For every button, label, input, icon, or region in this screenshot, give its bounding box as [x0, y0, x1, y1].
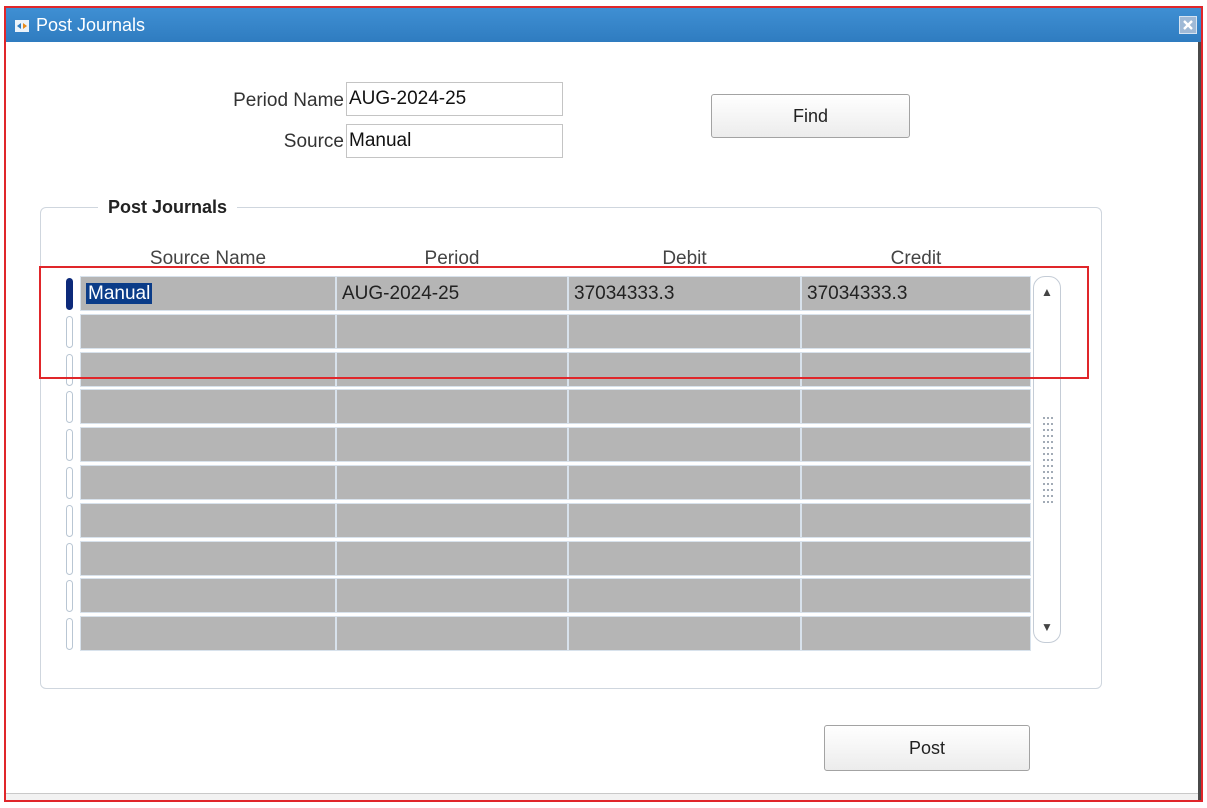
cell-source-name[interactable] [80, 351, 336, 387]
window-right-edge [1198, 42, 1201, 800]
row-indicator[interactable] [66, 353, 73, 386]
row-indicator[interactable] [66, 391, 73, 424]
cell-debit[interactable] [568, 502, 801, 538]
window-bottom-strip [6, 793, 1198, 800]
cell-period[interactable] [336, 616, 568, 652]
cell-source-name[interactable] [80, 540, 336, 576]
selected-text: Manual [86, 283, 153, 304]
cell-debit[interactable] [568, 578, 801, 614]
cell-credit[interactable] [801, 313, 1031, 349]
cell-source-name[interactable] [80, 313, 336, 349]
arrow-down-icon[interactable]: ▼ [1038, 618, 1056, 636]
column-header-debit: Debit [662, 248, 707, 269]
cell-source-name[interactable] [80, 616, 336, 652]
cell-credit[interactable] [801, 616, 1031, 652]
find-button[interactable]: Find [711, 94, 910, 138]
cell-period[interactable]: AUG-2024-25 [336, 276, 568, 311]
cell-debit[interactable] [568, 465, 801, 500]
cell-period[interactable] [336, 389, 568, 425]
cell-period[interactable] [336, 502, 568, 538]
cell-period[interactable] [336, 351, 568, 387]
cell-debit[interactable]: 37034333.3 [568, 276, 801, 311]
period-name-field[interactable]: AUG-2024-25 [346, 82, 563, 116]
close-button[interactable] [1179, 16, 1197, 34]
row-indicator[interactable] [66, 504, 73, 537]
scrollbar-grip[interactable] [1042, 415, 1054, 505]
cell-period[interactable] [336, 465, 568, 500]
cell-credit[interactable] [801, 578, 1031, 614]
cell-credit[interactable] [801, 540, 1031, 576]
row-indicator[interactable] [66, 315, 73, 348]
cell-debit[interactable] [568, 389, 801, 425]
cell-debit[interactable] [568, 351, 801, 387]
cell-debit[interactable] [568, 616, 801, 652]
cell-credit[interactable] [801, 427, 1031, 463]
close-icon [1183, 20, 1193, 30]
arrow-up-icon[interactable]: ▲ [1038, 283, 1056, 301]
row-indicator[interactable] [66, 580, 73, 613]
cell-source-name[interactable]: Manual [80, 276, 336, 311]
grid-scrollbar[interactable]: ▲ ▼ [1033, 276, 1061, 643]
cell-source-name[interactable] [80, 502, 336, 538]
cell-credit[interactable] [801, 351, 1031, 387]
row-indicator[interactable] [66, 542, 73, 575]
cell-period[interactable] [336, 578, 568, 614]
cell-source-name[interactable] [80, 427, 336, 463]
cell-debit[interactable] [568, 313, 801, 349]
post-journals-window: Post Journals Period Name AUG-2024-25 So… [4, 6, 1203, 802]
oracle-forms-icon [15, 20, 29, 32]
cell-period[interactable] [336, 540, 568, 576]
row-indicator[interactable] [66, 278, 73, 310]
row-indicator[interactable] [66, 467, 73, 499]
cell-source-name[interactable] [80, 465, 336, 500]
source-label: Source [283, 131, 344, 152]
cell-period[interactable] [336, 313, 568, 349]
column-header-source-name: Source Name [149, 248, 267, 269]
source-field[interactable]: Manual [346, 124, 563, 158]
cell-debit[interactable] [568, 427, 801, 463]
column-header-credit: Credit [890, 248, 942, 269]
window-title: Post Journals [36, 15, 146, 35]
cell-credit[interactable] [801, 465, 1031, 500]
cell-credit[interactable] [801, 389, 1031, 425]
group-title: Post Journals [98, 197, 238, 218]
cell-credit[interactable] [801, 502, 1031, 538]
post-button[interactable]: Post [824, 725, 1030, 771]
title-bar[interactable]: Post Journals [6, 8, 1201, 42]
period-name-label: Period Name [233, 90, 344, 111]
cell-debit[interactable] [568, 540, 801, 576]
column-header-period: Period [424, 248, 480, 269]
cell-credit[interactable]: 37034333.3 [801, 276, 1031, 311]
row-indicator[interactable] [66, 618, 73, 651]
cell-source-name[interactable] [80, 389, 336, 425]
cell-source-name[interactable] [80, 578, 336, 614]
row-indicator[interactable] [66, 429, 73, 462]
cell-period[interactable] [336, 427, 568, 463]
